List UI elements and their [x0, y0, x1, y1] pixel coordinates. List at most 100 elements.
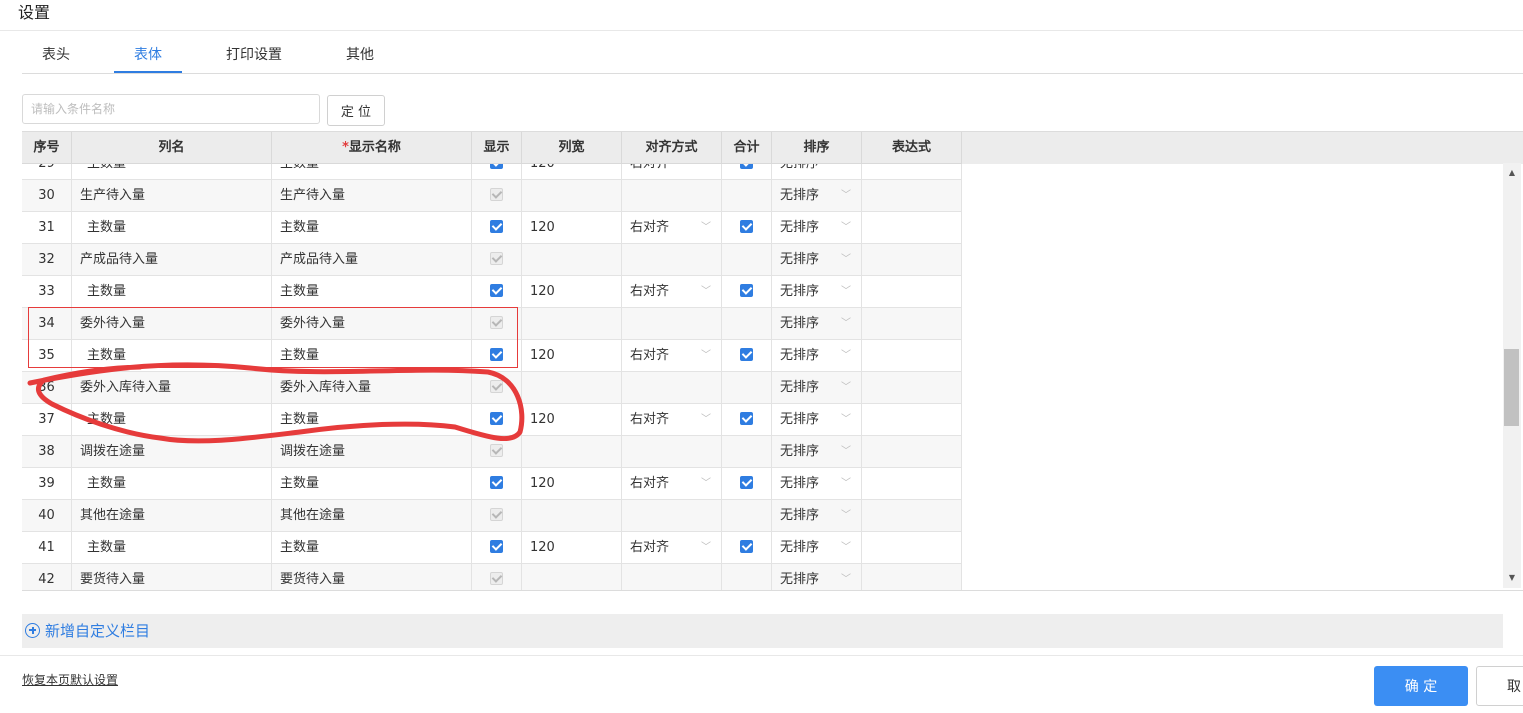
show-checkbox[interactable]	[490, 380, 503, 393]
row-width[interactable]	[522, 564, 622, 590]
row-width[interactable]: 120	[522, 468, 622, 500]
show-checkbox[interactable]	[490, 412, 503, 425]
row-align-select[interactable]	[622, 244, 722, 276]
show-checkbox[interactable]	[490, 188, 503, 201]
row-expression[interactable]	[862, 404, 962, 436]
row-expression[interactable]	[862, 244, 962, 276]
cancel-button[interactable]: 取	[1476, 666, 1523, 706]
table-row[interactable]: 42 要货待入量 要货待入量 无排序 ﹀	[22, 564, 962, 590]
row-width[interactable]	[522, 500, 622, 532]
row-align-select[interactable]	[622, 564, 722, 590]
table-row[interactable]: 32 产成品待入量 产成品待入量 无排序 ﹀	[22, 244, 962, 276]
locate-button[interactable]: 定 位	[327, 95, 385, 126]
row-sort-select[interactable]: 无排序 ﹀	[772, 308, 862, 340]
row-sort-select[interactable]: 无排序 ﹀	[772, 164, 862, 180]
row-align-select[interactable]: 右对齐 ﹀	[622, 468, 722, 500]
row-align-select[interactable]	[622, 436, 722, 468]
table-scrollbar[interactable]: ▲ ▼	[1503, 163, 1521, 588]
row-sort-select[interactable]: 无排序 ﹀	[772, 276, 862, 308]
sum-checkbox[interactable]	[740, 476, 753, 489]
row-align-select[interactable]: 右对齐 ﹀	[622, 340, 722, 372]
row-expression[interactable]	[862, 468, 962, 500]
row-width[interactable]: 120	[522, 404, 622, 436]
row-expression[interactable]	[862, 340, 962, 372]
scroll-up-icon[interactable]: ▲	[1503, 165, 1521, 181]
row-sort-select[interactable]: 无排序 ﹀	[772, 244, 862, 276]
row-width[interactable]: 120	[522, 212, 622, 244]
table-row[interactable]: 35 主数量 主数量 120 右对齐 ﹀ 无排序 ﹀	[22, 340, 962, 372]
row-sort-select[interactable]: 无排序 ﹀	[772, 468, 862, 500]
table-row[interactable]: 36 委外入库待入量 委外入库待入量 无排序 ﹀	[22, 372, 962, 404]
table-row[interactable]: 29主数量主数量120右对齐﹀无排序﹀	[22, 164, 962, 180]
row-align-select[interactable]: 右对齐 ﹀	[622, 212, 722, 244]
sum-checkbox[interactable]	[740, 412, 753, 425]
row-width[interactable]	[522, 372, 622, 404]
tab-body[interactable]: 表体	[114, 40, 182, 73]
table-row[interactable]: 30 生产待入量 生产待入量 无排序 ﹀	[22, 180, 962, 212]
sum-checkbox[interactable]	[740, 540, 753, 553]
row-sort-select[interactable]: 无排序 ﹀	[772, 500, 862, 532]
row-display-name[interactable]: 委外入库待入量	[272, 372, 472, 404]
row-expression[interactable]	[862, 500, 962, 532]
row-width[interactable]	[522, 308, 622, 340]
show-checkbox[interactable]	[490, 476, 503, 489]
row-expression[interactable]	[862, 180, 962, 212]
row-expression[interactable]	[862, 308, 962, 340]
row-display-name[interactable]: 主数量	[272, 468, 472, 500]
sum-checkbox[interactable]	[740, 284, 753, 297]
scroll-down-icon[interactable]: ▼	[1503, 570, 1521, 586]
sum-checkbox[interactable]	[740, 164, 753, 169]
row-display-name[interactable]: 产成品待入量	[272, 244, 472, 276]
row-width[interactable]	[522, 436, 622, 468]
row-expression[interactable]	[862, 372, 962, 404]
sum-checkbox[interactable]	[740, 220, 753, 233]
row-align-select[interactable]	[622, 372, 722, 404]
row-expression[interactable]	[862, 276, 962, 308]
confirm-button[interactable]: 确 定	[1374, 666, 1468, 706]
row-expression[interactable]	[862, 212, 962, 244]
row-align-select[interactable]: 右对齐 ﹀	[622, 404, 722, 436]
table-row[interactable]: 38 调拨在途量 调拨在途量 无排序 ﹀	[22, 436, 962, 468]
table-row[interactable]: 33 主数量 主数量 120 右对齐 ﹀ 无排序 ﹀	[22, 276, 962, 308]
row-sort-select[interactable]: 无排序 ﹀	[772, 372, 862, 404]
row-align-select[interactable]	[622, 308, 722, 340]
add-custom-column-button[interactable]: 新增自定义栏目	[25, 614, 150, 648]
row-width[interactable]: 120	[522, 532, 622, 564]
row-align-select[interactable]: 右对齐 ﹀	[622, 276, 722, 308]
row-display-name[interactable]: 主数量	[272, 212, 472, 244]
show-checkbox[interactable]	[490, 164, 503, 169]
show-checkbox[interactable]	[490, 444, 503, 457]
row-sort-select[interactable]: 无排序 ﹀	[772, 212, 862, 244]
row-expression[interactable]	[862, 564, 962, 590]
table-row[interactable]: 37 主数量 主数量 120 右对齐 ﹀ 无排序 ﹀	[22, 404, 962, 436]
row-sort-select[interactable]: 无排序 ﹀	[772, 340, 862, 372]
tab-other[interactable]: 其他	[326, 40, 394, 71]
show-checkbox[interactable]	[490, 540, 503, 553]
row-align-select[interactable]: 右对齐 ﹀	[622, 532, 722, 564]
row-sort-select[interactable]: 无排序 ﹀	[772, 436, 862, 468]
show-checkbox[interactable]	[490, 252, 503, 265]
show-checkbox[interactable]	[490, 316, 503, 329]
row-display-name[interactable]: 主数量	[272, 164, 472, 180]
row-sort-select[interactable]: 无排序 ﹀	[772, 532, 862, 564]
row-display-name[interactable]: 要货待入量	[272, 564, 472, 590]
row-sort-select[interactable]: 无排序 ﹀	[772, 564, 862, 590]
row-expression[interactable]	[862, 532, 962, 564]
tab-print-settings[interactable]: 打印设置	[216, 40, 292, 71]
sum-checkbox[interactable]	[740, 348, 753, 361]
row-display-name[interactable]: 主数量	[272, 404, 472, 436]
show-checkbox[interactable]	[490, 220, 503, 233]
show-checkbox[interactable]	[490, 284, 503, 297]
row-display-name[interactable]: 主数量	[272, 276, 472, 308]
tab-header[interactable]: 表头	[22, 40, 90, 71]
show-checkbox[interactable]	[490, 348, 503, 361]
table-row[interactable]: 31 主数量 主数量 120 右对齐 ﹀ 无排序 ﹀	[22, 212, 962, 244]
row-width[interactable]: 120	[522, 340, 622, 372]
row-display-name[interactable]: 委外待入量	[272, 308, 472, 340]
condition-search-input[interactable]	[22, 94, 320, 124]
row-align-select[interactable]: 右对齐 ﹀	[622, 164, 722, 180]
row-display-name[interactable]: 调拨在途量	[272, 436, 472, 468]
row-display-name[interactable]: 主数量	[272, 532, 472, 564]
row-width[interactable]	[522, 244, 622, 276]
row-align-select[interactable]	[622, 180, 722, 212]
